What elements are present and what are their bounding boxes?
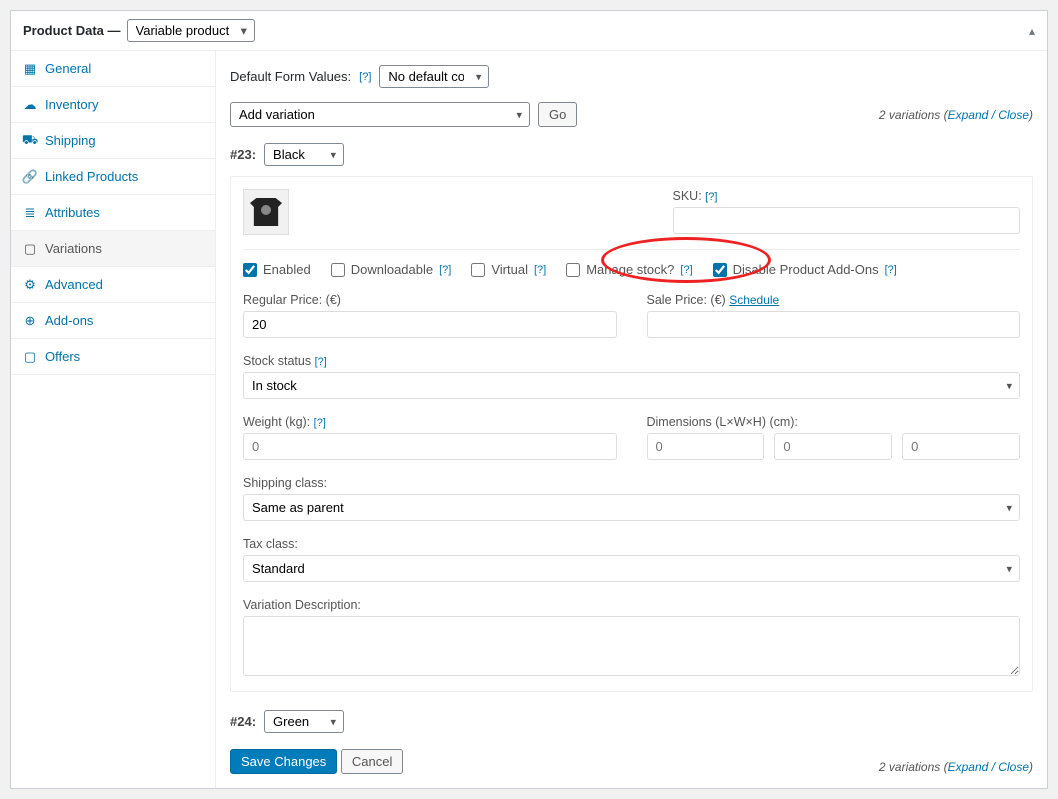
content-area: Default Form Values: [?] No default colo… — [216, 51, 1047, 788]
panel-title: Product Data — — [23, 23, 121, 38]
checkbox-label: Enabled — [263, 262, 311, 277]
expand-close-link[interactable]: Expand / Close — [948, 760, 1029, 774]
dimensions-label: Dimensions (L×W×H) (cm): — [647, 415, 1021, 429]
regular-price-label: Regular Price: (€) — [243, 293, 617, 307]
shipping-class-select[interactable]: Same as parent — [243, 494, 1020, 521]
weight-label: Weight (kg): — [243, 415, 310, 429]
variation-description-textarea[interactable] — [243, 616, 1020, 676]
variation-description-label: Variation Description: — [243, 598, 1020, 612]
sku-label: SKU: — [673, 189, 702, 203]
save-changes-button[interactable]: Save Changes — [230, 749, 337, 774]
sale-price-label: Sale Price: (€) — [647, 293, 726, 307]
manage-stock-checkbox[interactable]: Manage stock? [?] — [566, 262, 692, 277]
sidebar-item-addons[interactable]: ⊕ Add-ons — [11, 303, 215, 339]
sidebar: ▦ General ☁ Inventory ⛟ Shipping 🔗 Linked Pr… — [11, 51, 216, 788]
default-form-select[interactable]: No default color… — [379, 65, 489, 88]
stock-status-select[interactable]: In stock — [243, 372, 1020, 399]
help-icon[interactable]: [?] — [359, 71, 371, 83]
schedule-link[interactable]: Schedule — [729, 293, 779, 307]
regular-price-input[interactable] — [243, 311, 617, 338]
stock-status-label: Stock status — [243, 354, 311, 368]
help-icon[interactable]: [?] — [315, 356, 327, 368]
checkbox-label: Virtual — [491, 262, 528, 277]
checkbox-label: Downloadable — [351, 262, 433, 277]
help-icon[interactable]: [?] — [680, 264, 692, 276]
sidebar-item-label: Add-ons — [45, 313, 93, 328]
sidebar-item-general[interactable]: ▦ General — [11, 51, 215, 87]
go-button[interactable]: Go — [538, 102, 577, 127]
gear-icon: ⚙ — [23, 278, 37, 292]
dimension-length-input[interactable] — [647, 433, 765, 460]
truck-icon: ⛟ — [23, 134, 37, 148]
sidebar-item-label: Advanced — [45, 277, 103, 292]
variation-id-label: #24: — [230, 714, 256, 729]
variation-checks: Enabled Downloadable [?] Virtual [?] Man… — [243, 249, 1020, 277]
enabled-checkbox[interactable]: Enabled — [243, 262, 311, 277]
sidebar-item-shipping[interactable]: ⛟ Shipping — [11, 123, 215, 159]
product-type-select[interactable]: Variable product — [127, 19, 255, 42]
help-icon[interactable]: [?] — [439, 264, 451, 276]
variation-box: SKU: [?] Enabled Downloadable [?] Virtua… — [230, 176, 1033, 692]
cancel-button[interactable]: Cancel — [341, 749, 403, 774]
sku-input[interactable] — [673, 207, 1021, 234]
sidebar-item-label: Attributes — [45, 205, 100, 220]
product-data-panel: Product Data — Variable product ▴ ▦ Gener… — [10, 10, 1048, 789]
tax-class-select[interactable]: Standard — [243, 555, 1020, 582]
link-icon: 🔗 — [23, 170, 37, 184]
help-icon[interactable]: [?] — [885, 264, 897, 276]
panel-header: Product Data — Variable product ▴ — [11, 11, 1047, 51]
virtual-checkbox[interactable]: Virtual [?] — [471, 262, 546, 277]
checkbox-label: Disable Product Add-Ons — [733, 262, 879, 277]
downloadable-checkbox[interactable]: Downloadable [?] — [331, 262, 452, 277]
list-icon: ≣ — [23, 206, 37, 220]
default-form-values-label: Default Form Values: — [230, 69, 351, 84]
dimension-height-input[interactable] — [902, 433, 1020, 460]
variation-id-label: #23: — [230, 147, 256, 162]
shipping-class-label: Shipping class: — [243, 476, 1020, 490]
sidebar-item-label: Shipping — [45, 133, 96, 148]
sidebar-item-label: Offers — [45, 349, 80, 364]
expand-close-link[interactable]: Expand / Close — [948, 108, 1029, 122]
variation-attribute-select[interactable]: Green — [264, 710, 344, 733]
sidebar-item-label: General — [45, 61, 91, 76]
sidebar-item-advanced[interactable]: ⚙ Advanced — [11, 267, 215, 303]
checkbox-label: Manage stock? — [586, 262, 674, 277]
help-icon[interactable]: [?] — [314, 417, 326, 429]
variations-meta: 2 variations (Expand / Close) — [879, 760, 1033, 774]
sidebar-item-linked-products[interactable]: 🔗 Linked Products — [11, 159, 215, 195]
variations-meta: 2 variations (Expand / Close) — [879, 108, 1033, 122]
variations-count: 2 variations — [879, 108, 940, 122]
disable-addons-checkbox[interactable]: Disable Product Add-Ons [?] — [713, 262, 897, 277]
sidebar-item-inventory[interactable]: ☁ Inventory — [11, 87, 215, 123]
sale-price-input[interactable] — [647, 311, 1021, 338]
sidebar-item-label: Linked Products — [45, 169, 138, 184]
weight-input[interactable] — [243, 433, 617, 460]
tshirt-icon — [250, 198, 282, 226]
variation-image[interactable] — [243, 189, 289, 235]
sidebar-item-variations[interactable]: ▢ Variations — [11, 231, 215, 267]
help-icon[interactable]: [?] — [705, 191, 717, 203]
sidebar-item-attributes[interactable]: ≣ Attributes — [11, 195, 215, 231]
variations-count: 2 variations — [879, 760, 940, 774]
dimension-width-input[interactable] — [774, 433, 892, 460]
plus-icon: ⊕ — [23, 314, 37, 328]
sidebar-item-label: Inventory — [45, 97, 98, 112]
help-icon[interactable]: [?] — [534, 264, 546, 276]
tax-class-label: Tax class: — [243, 537, 1020, 551]
grid-icon: ▦ — [23, 62, 37, 76]
sidebar-item-label: Variations — [45, 241, 102, 256]
inventory-icon: ☁ — [23, 98, 37, 112]
collapse-icon[interactable]: ▴ — [1029, 24, 1035, 38]
add-variation-select[interactable]: Add variation — [230, 102, 530, 127]
tag-icon: ▢ — [23, 350, 37, 364]
box-icon: ▢ — [23, 242, 37, 256]
variation-attribute-select[interactable]: Black — [264, 143, 344, 166]
sidebar-item-offers[interactable]: ▢ Offers — [11, 339, 215, 375]
